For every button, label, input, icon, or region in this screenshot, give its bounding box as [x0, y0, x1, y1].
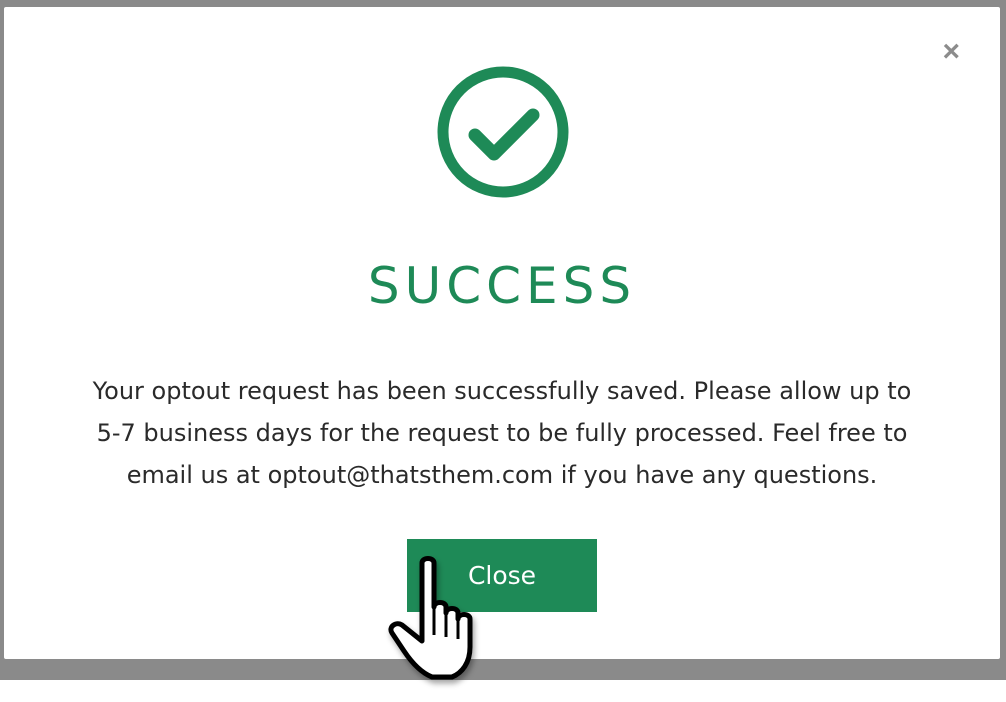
close-icon[interactable]: ×: [942, 37, 960, 67]
dialog-message: Your optout request has been successfull…: [92, 377, 912, 489]
dialog-title: SUCCESS: [367, 257, 637, 315]
hand-pointer-cursor-icon: [382, 555, 502, 690]
check-circle-icon: [434, 63, 572, 201]
success-dialog: × SUCCESS Your optout request has been s…: [4, 7, 1000, 659]
